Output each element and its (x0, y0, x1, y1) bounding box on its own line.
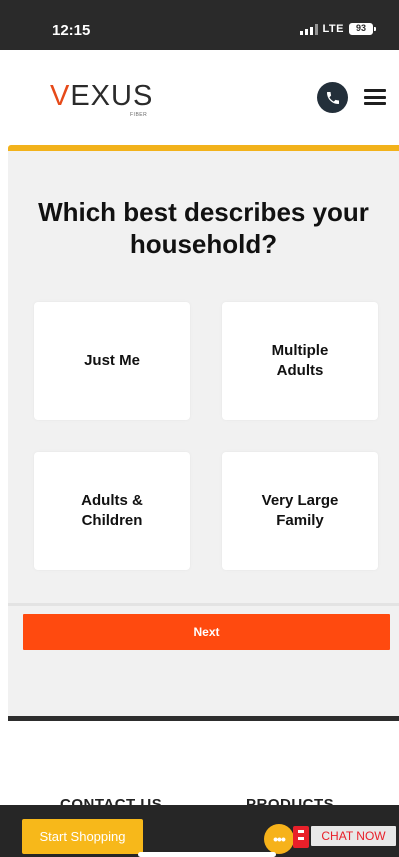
option-adults-children[interactable]: Adults & Children (34, 452, 190, 570)
chat-now-button[interactable]: CHAT NOW (311, 826, 396, 846)
brand-name: VEXUS (50, 80, 154, 112)
network-type: LTE (322, 23, 344, 35)
option-label: Very Large Family (261, 492, 339, 529)
status-time: 12:15 (52, 22, 91, 39)
start-shopping-button[interactable]: Start Shopping (22, 819, 143, 854)
question-title: Which best describes your household? (38, 197, 369, 259)
signal-icon (299, 23, 318, 35)
divider (8, 603, 399, 606)
phone-button[interactable] (317, 82, 348, 113)
next-button[interactable]: Next (23, 614, 390, 650)
section-divider (8, 716, 399, 721)
brand-tagline: FIBER (130, 112, 148, 118)
brand-logo[interactable]: VEXUS FIBER (50, 79, 164, 119)
battery-icon: 93 (349, 23, 376, 35)
status-indicators: LTE 93 (299, 23, 376, 35)
chat-bubble-icon[interactable]: ••• (264, 824, 294, 854)
option-label: Multiple Adults (271, 342, 329, 379)
option-label: Adults & Children (81, 492, 143, 529)
chat-brand-icon[interactable] (293, 826, 309, 848)
phone-icon (326, 91, 339, 104)
hamburger-menu-icon[interactable] (364, 87, 386, 107)
household-question-panel: Which best describes your household? Jus… (8, 151, 399, 718)
site-header: VEXUS FIBER (0, 50, 399, 147)
status-bar: 12:15 LTE 93 (0, 0, 399, 50)
home-indicator[interactable] (138, 852, 276, 857)
option-just-me[interactable]: Just Me (34, 302, 190, 420)
option-very-large-family[interactable]: Very Large Family (222, 452, 378, 570)
sticky-bottom-bar: Start Shopping ••• CHAT NOW (0, 805, 399, 857)
option-multiple-adults[interactable]: Multiple Adults (222, 302, 378, 420)
